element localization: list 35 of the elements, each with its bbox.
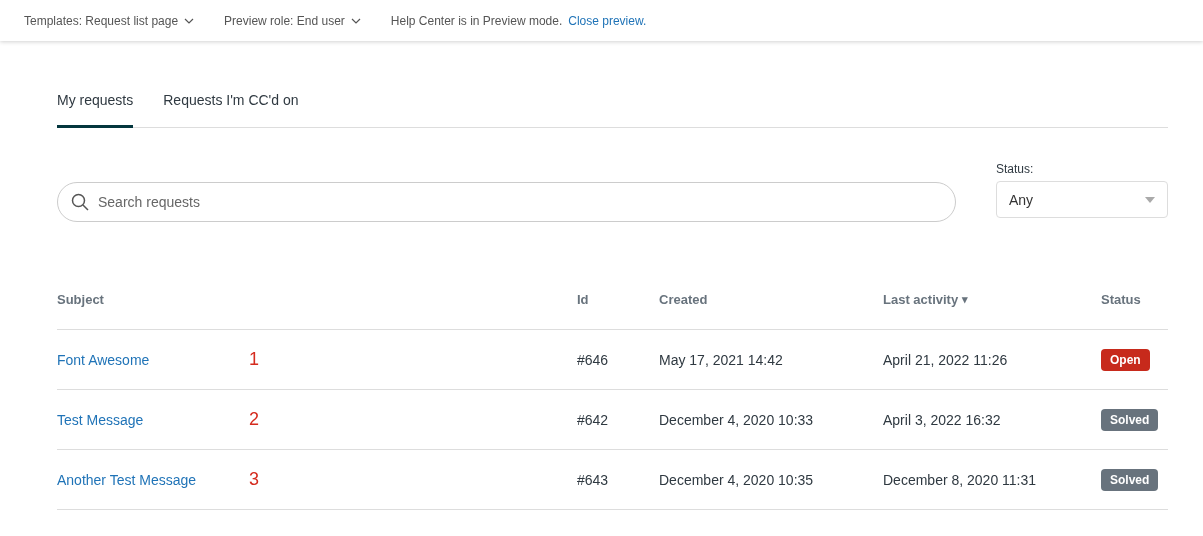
tab[interactable]: My requests: [57, 86, 134, 128]
request-link[interactable]: Another Test Message: [57, 471, 249, 488]
status-label: Status:: [996, 162, 1035, 176]
status-select[interactable]: Any: [996, 181, 1168, 218]
column-header[interactable]: Created: [659, 270, 883, 330]
table-cell: #646: [577, 351, 609, 368]
chevron-down-icon: [350, 17, 361, 24]
role-dropdown[interactable]: Preview role: End user: [224, 13, 345, 28]
annotation-number: 3: [249, 469, 260, 490]
table-cell: April 21, 2022 11:26: [883, 351, 1008, 368]
tab[interactable]: Requests I'm CC'd on: [163, 86, 299, 128]
close-preview-link[interactable]: Close preview.: [568, 13, 647, 28]
search-field[interactable]: Search requests: [57, 182, 956, 222]
table-cell: May 17, 2021 14:42: [659, 351, 783, 368]
chevron-down-icon: [184, 17, 195, 24]
annotation-number: 2: [249, 409, 260, 430]
column-header[interactable]: Last activity ▾: [883, 270, 1101, 330]
request-link[interactable]: Font Awesome: [57, 351, 249, 368]
status-badge: Solved: [1101, 468, 1159, 491]
table-cell: December 4, 2020 10:35: [659, 471, 814, 488]
status-badge: Open: [1101, 348, 1150, 371]
table-cell: December 8, 2020 11:31: [883, 471, 1037, 488]
table-cell: #643: [577, 471, 609, 488]
template-dropdown[interactable]: Templates: Request list page: [24, 13, 179, 28]
table-cell: December 4, 2020 10:33: [659, 411, 814, 428]
table-cell: #642: [577, 411, 609, 428]
request-link[interactable]: Test Message: [57, 411, 249, 428]
table-cell: April 3, 2022 16:32: [883, 411, 1001, 428]
status-badge: Solved: [1101, 408, 1159, 431]
column-header[interactable]: Id: [577, 270, 659, 330]
preview-message: Help Center is in Preview mode.: [390, 13, 563, 28]
annotation-number: 1: [249, 349, 260, 370]
column-header[interactable]: Status: [1101, 270, 1168, 330]
column-header[interactable]: Subject: [57, 270, 577, 330]
caret-icon: [1145, 196, 1155, 203]
